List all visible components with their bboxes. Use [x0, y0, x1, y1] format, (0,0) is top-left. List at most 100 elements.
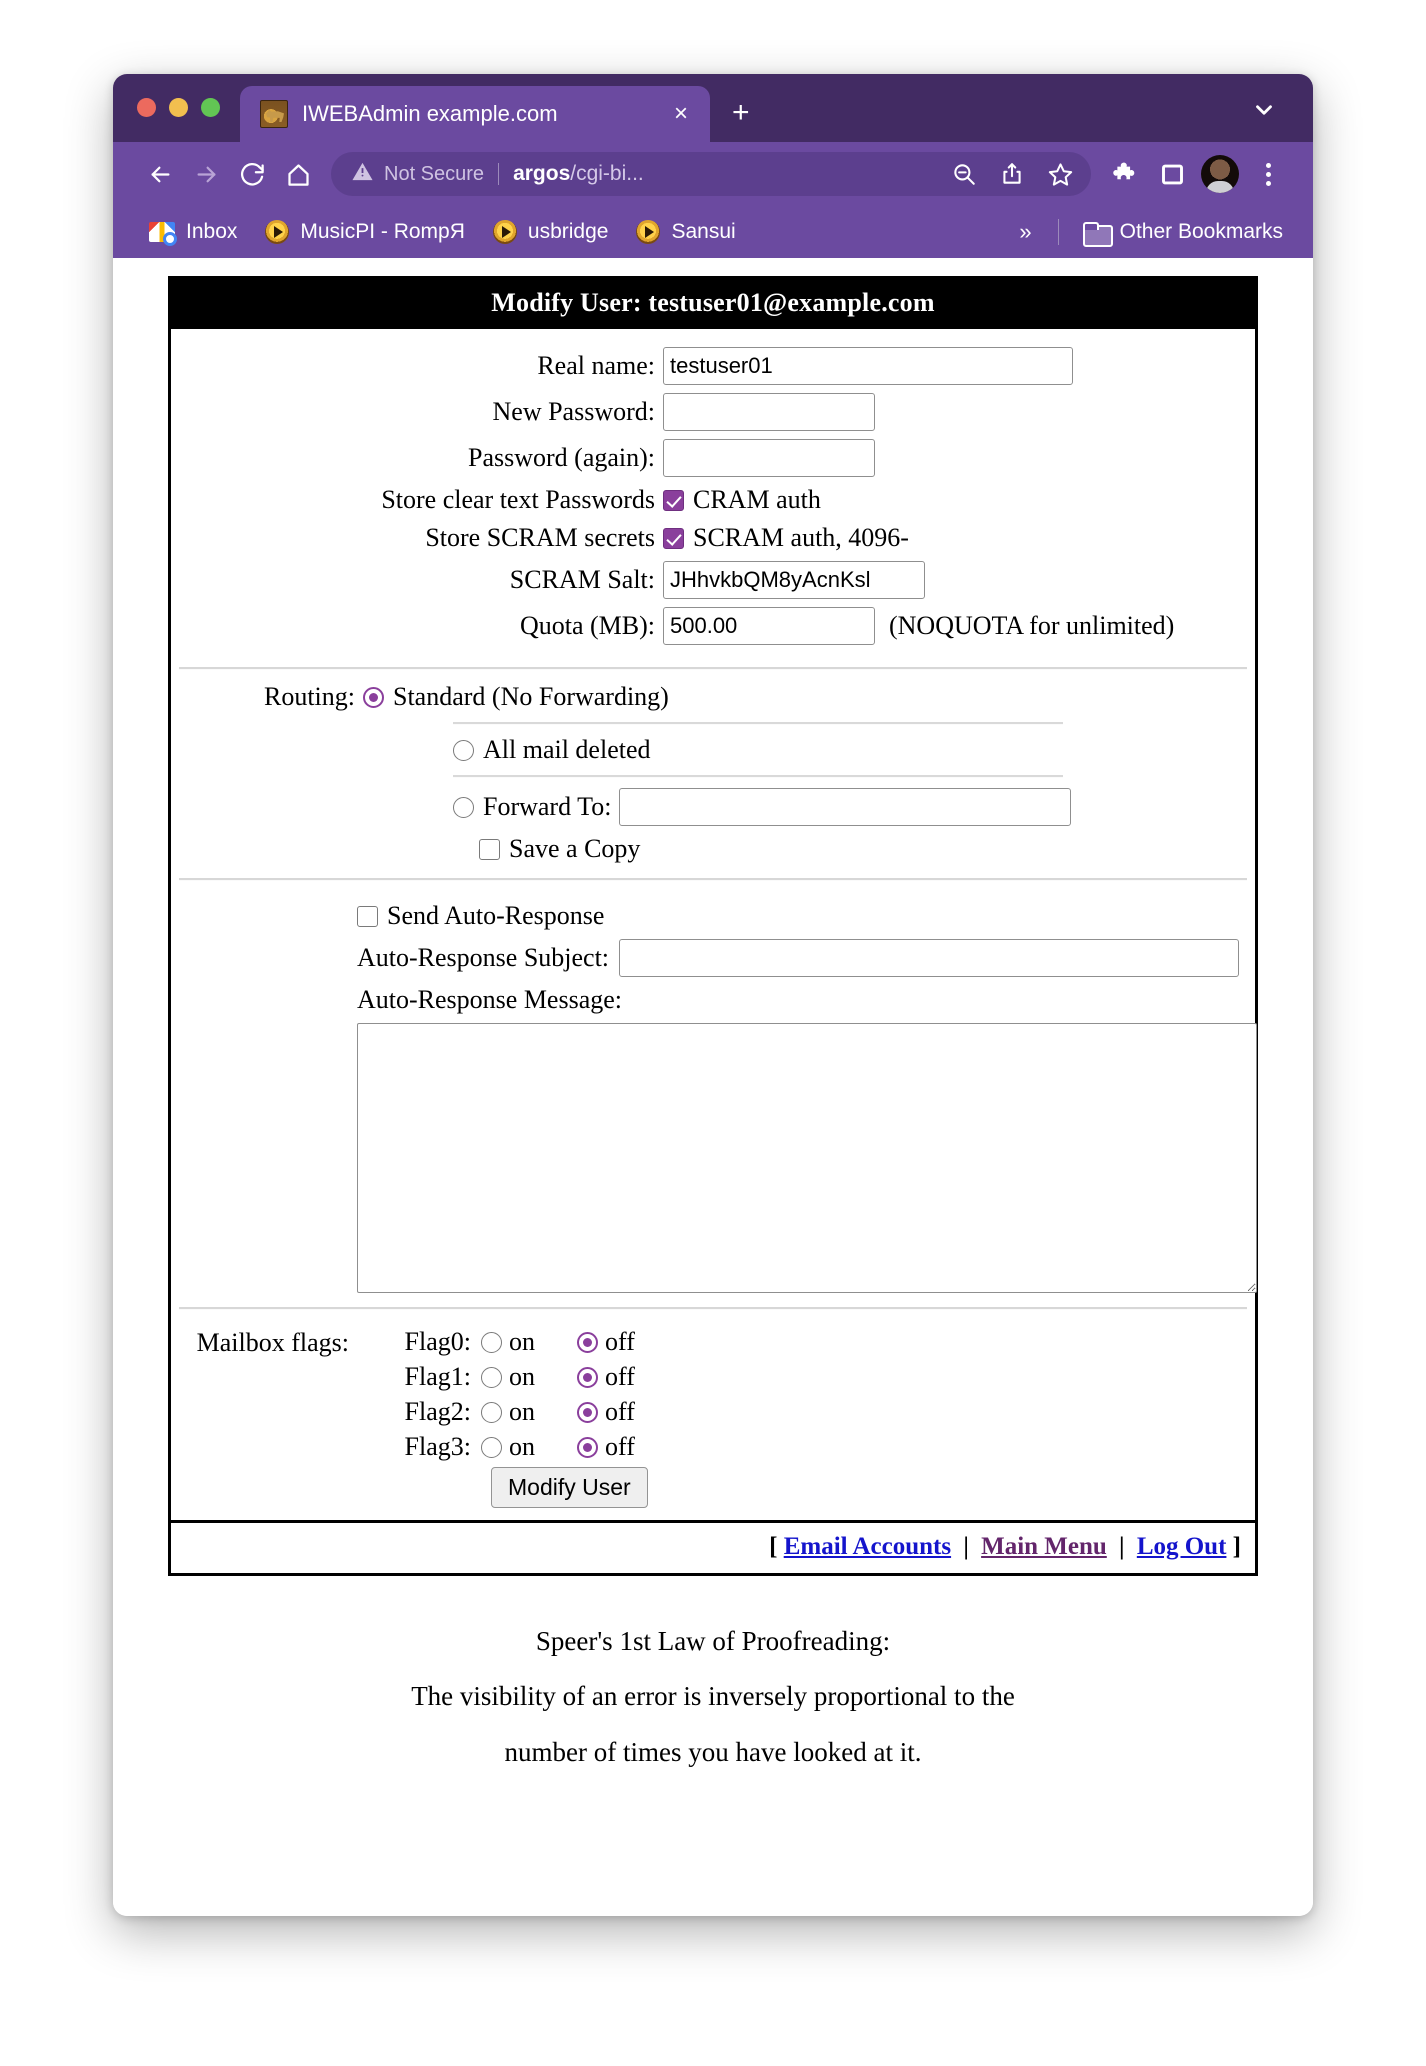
new-password-input[interactable]	[663, 393, 875, 431]
zoom-out-icon[interactable]	[941, 151, 987, 197]
mailbox-flags-label: Mailbox flags:	[196, 1328, 349, 1357]
mailbox-flags-section: Mailbox flags: Flag0: on off Flag1: on o…	[171, 1312, 1255, 1520]
bookmarks-overflow-button[interactable]: »	[1003, 219, 1047, 245]
cram-auth-checkbox[interactable]	[663, 489, 684, 511]
routing-deleted-option[interactable]: All mail deleted	[453, 735, 651, 765]
forward-arrow-icon[interactable]	[183, 151, 229, 197]
flag3-on-option[interactable]: on	[481, 1432, 535, 1462]
send-autoresponse-checkbox[interactable]	[357, 905, 378, 927]
url-host: argos	[513, 162, 571, 185]
scram-auth-checkbox[interactable]	[663, 527, 684, 549]
email-accounts-link[interactable]: Email Accounts	[784, 1533, 951, 1560]
quote-line-3: number of times you have looked at it.	[504, 1736, 922, 1767]
routing-label: Routing:	[263, 682, 355, 711]
flag2-off-radio[interactable]	[577, 1401, 598, 1423]
flag0-on-radio[interactable]	[481, 1331, 502, 1353]
page-viewport: Modify User: testuser01@example.com Real…	[113, 258, 1313, 1916]
flag0-off-radio[interactable]	[577, 1331, 598, 1353]
side-panel-icon[interactable]	[1149, 151, 1195, 197]
reload-icon[interactable]	[229, 151, 275, 197]
send-autoresponse-option[interactable]: Send Auto-Response	[357, 901, 604, 931]
save-copy-checkbox[interactable]	[479, 838, 500, 860]
address-bar[interactable]: Not Secure argos/cgi-bi...	[331, 152, 1091, 196]
save-copy-option[interactable]: Save a Copy	[479, 834, 640, 864]
browser-tab[interactable]: IWEBAdmin example.com ×	[240, 86, 710, 142]
cram-auth-option[interactable]: CRAM auth	[663, 485, 821, 515]
flag0-on-option[interactable]: on	[481, 1327, 535, 1357]
main-menu-link[interactable]: Main Menu	[981, 1533, 1107, 1560]
quote-line-1: Speer's 1st Law of Proofreading:	[535, 1626, 891, 1656]
log-out-link[interactable]: Log Out	[1137, 1533, 1227, 1560]
flag1-off-radio[interactable]	[577, 1366, 598, 1388]
star-icon[interactable]	[1037, 151, 1083, 197]
home-icon[interactable]	[275, 151, 321, 197]
share-icon[interactable]	[989, 151, 1035, 197]
quota-input[interactable]	[663, 607, 875, 645]
new-tab-button[interactable]: +	[732, 98, 750, 128]
chevron-down-icon[interactable]	[1251, 97, 1277, 128]
routing-deleted-radio[interactable]	[453, 739, 474, 761]
real-name-input[interactable]	[663, 347, 1073, 385]
bookmarks-divider	[1057, 219, 1059, 245]
off-label: off	[605, 1397, 635, 1426]
forward-to-input[interactable]	[619, 788, 1072, 826]
bookmark-sansui[interactable]: Sansui	[622, 216, 749, 248]
maximize-window-button[interactable]	[201, 97, 220, 117]
real-name-row: Real name:	[171, 347, 1255, 385]
horse-figurine-favicon	[260, 100, 288, 128]
security-status-label: Not Secure	[384, 162, 485, 185]
password-again-label: Password (again):	[467, 443, 655, 472]
flag0-off-option[interactable]: off	[577, 1327, 635, 1357]
scram-auth-option[interactable]: SCRAM auth, 4096-	[663, 523, 909, 553]
flag1-on-radio[interactable]	[481, 1366, 502, 1388]
routing-forward-radio[interactable]	[453, 796, 474, 818]
autoresponse-subject-input[interactable]	[619, 939, 1240, 977]
omnibox-actions	[941, 151, 1083, 197]
routing-standard-option[interactable]: Standard (No Forwarding)	[363, 682, 669, 712]
save-copy-label: Save a Copy	[509, 834, 641, 863]
puzzle-piece-icon[interactable]	[1103, 151, 1149, 197]
flag-name: Flag3:	[404, 1432, 471, 1461]
back-arrow-icon[interactable]	[137, 151, 183, 197]
url-path: /cgi-bi...	[570, 162, 644, 185]
routing-standard-radio[interactable]	[363, 686, 384, 708]
kebab-menu-icon[interactable]	[1245, 151, 1291, 197]
screenshot-root: IWEBAdmin example.com × + Not Secure arg…	[0, 0, 1426, 2066]
avatar[interactable]	[1201, 155, 1239, 193]
quota-note: (NOQUOTA for unlimited)	[889, 611, 1175, 640]
autoresponse-message-textarea[interactable]	[357, 1023, 1257, 1293]
password-again-input[interactable]	[663, 439, 875, 477]
flag-row: Flag1: on off	[357, 1362, 648, 1392]
routing-forward-option[interactable]: Forward To:	[453, 792, 611, 822]
autoresponse-subject-row: Auto-Response Subject:	[171, 939, 1255, 977]
flag2-on-radio[interactable]	[481, 1401, 502, 1423]
bookmarks-bar: Inbox MusicPI - RompЯ usbridge Sansui » …	[113, 206, 1313, 258]
gmail-icon	[149, 222, 177, 246]
close-window-button[interactable]	[137, 97, 156, 117]
close-icon[interactable]: ×	[666, 98, 696, 130]
flag2-off-option[interactable]: off	[577, 1397, 635, 1427]
flag1-on-option[interactable]: on	[481, 1362, 535, 1392]
flag2-on-option[interactable]: on	[481, 1397, 535, 1427]
play-circle-icon	[636, 220, 661, 244]
bookmark-inbox[interactable]: Inbox	[135, 216, 251, 248]
flag3-off-option[interactable]: off	[577, 1432, 635, 1462]
scram-salt-input[interactable]	[663, 561, 925, 599]
scram-salt-label: SCRAM Salt:	[509, 565, 655, 594]
flag1-off-option[interactable]: off	[577, 1362, 635, 1392]
window-controls	[137, 74, 220, 142]
minimize-window-button[interactable]	[169, 97, 188, 117]
other-bookmarks-label: Other Bookmarks	[1119, 220, 1283, 243]
bookmark-musicpi[interactable]: MusicPI - RompЯ	[251, 216, 479, 248]
link-separator: |	[1119, 1533, 1125, 1560]
modify-user-button[interactable]: Modify User	[491, 1467, 648, 1508]
on-label: on	[509, 1362, 535, 1391]
routing-standard-row: Routing: Standard (No Forwarding)	[171, 682, 1255, 712]
other-bookmarks-button[interactable]: Other Bookmarks	[1069, 216, 1297, 248]
flag3-off-radio[interactable]	[577, 1436, 598, 1458]
bracket-close: ]	[1232, 1533, 1241, 1560]
link-separator: |	[963, 1533, 969, 1560]
flag-name: Flag2:	[404, 1397, 471, 1426]
flag3-on-radio[interactable]	[481, 1436, 502, 1458]
bookmark-usbridge[interactable]: usbridge	[479, 216, 623, 248]
